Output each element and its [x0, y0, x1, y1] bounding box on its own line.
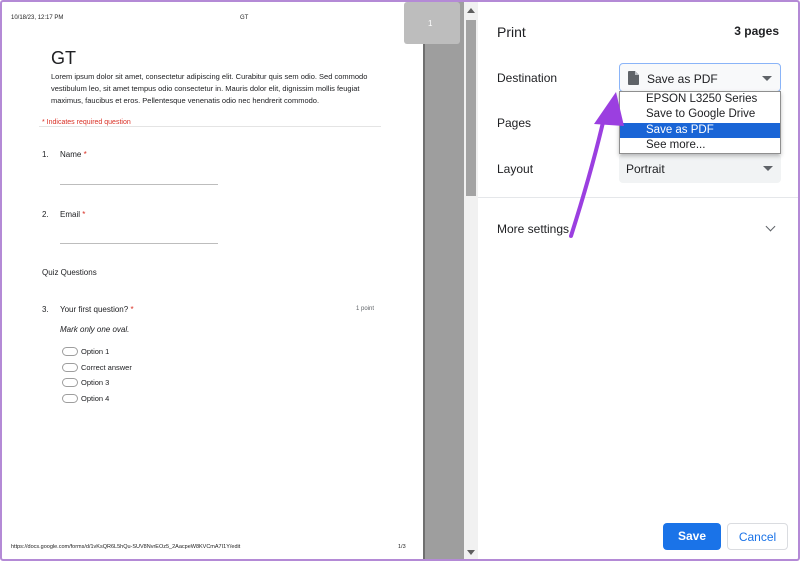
question-text: Name: [60, 150, 82, 159]
scroll-down-icon[interactable]: [467, 550, 475, 555]
page-edge: [423, 2, 425, 559]
question-number: 2.: [42, 210, 49, 219]
chevron-down-icon: [763, 166, 773, 171]
question-text: Email: [60, 210, 81, 219]
destination-select[interactable]: Save as PDF: [619, 63, 781, 92]
layout-select[interactable]: Portrait: [619, 154, 781, 183]
scrollbar-thumb[interactable]: [466, 20, 476, 196]
form-title: GT: [51, 48, 76, 68]
oval-icon: [62, 363, 78, 372]
form-description: Lorem ipsum dolor sit amet, consectetur …: [51, 72, 368, 105]
page-header-title: GT: [240, 15, 249, 21]
save-button[interactable]: Save: [663, 523, 721, 550]
print-preview-area[interactable]: 10/18/23, 12:17 PM GT GT Lorem ipsum dol…: [2, 2, 478, 559]
required-star: *: [130, 305, 134, 314]
option-label: Option 1: [81, 347, 110, 356]
answer-line: [60, 243, 218, 244]
destination-label: Destination: [497, 71, 558, 85]
pages-label: Pages: [497, 116, 532, 130]
question-label: Name *: [60, 150, 87, 159]
divider: [478, 197, 798, 198]
page-header-date: 10/18/23, 12:17 PM: [11, 15, 64, 21]
option-label: Correct answer: [81, 363, 132, 372]
preview-page: 10/18/23, 12:17 PM GT GT Lorem ipsum dol…: [2, 2, 423, 559]
scroll-up-icon[interactable]: [467, 8, 475, 13]
required-star: *: [82, 210, 86, 219]
page-thumbnail[interactable]: 1: [404, 2, 460, 44]
destination-option-see-more[interactable]: See more...: [620, 138, 780, 153]
question-label: Email *: [60, 210, 85, 219]
destination-option-epson[interactable]: EPSON L3250 Series: [620, 92, 780, 107]
preview-scrollbar[interactable]: [464, 2, 478, 559]
cancel-button[interactable]: Cancel: [727, 523, 788, 550]
destination-value: Save as PDF: [647, 72, 718, 86]
destination-dropdown: EPSON L3250 Series Save to Google Drive …: [619, 91, 781, 154]
section-title: Quiz Questions: [42, 268, 97, 277]
destination-option-google-drive[interactable]: Save to Google Drive: [620, 107, 780, 122]
chevron-down-icon[interactable]: [765, 221, 776, 232]
question-number: 1.: [42, 150, 49, 159]
question-label: Your first question? *: [60, 305, 134, 314]
panel-title: Print: [497, 24, 526, 40]
question-number: 3.: [42, 305, 49, 314]
oval-icon: [62, 347, 78, 356]
layout-value: Portrait: [626, 162, 665, 176]
oval-icon: [62, 378, 78, 387]
page-footer-url: https://docs.google.com/forms/d/1vKsQR6L…: [11, 544, 241, 550]
oval-icon: [62, 394, 78, 403]
document-icon: [628, 71, 639, 85]
destination-option-save-pdf[interactable]: Save as PDF: [620, 123, 780, 138]
points-label: 1 point: [356, 306, 375, 312]
page-count: 3 pages: [734, 24, 779, 38]
option-label: Option 4: [81, 394, 110, 403]
chevron-down-icon: [762, 76, 772, 81]
required-star: *: [83, 150, 87, 159]
answer-line: [60, 184, 218, 185]
question-text: Your first question?: [60, 305, 129, 314]
option-label: Option 3: [81, 378, 110, 387]
more-settings-label[interactable]: More settings: [497, 222, 569, 236]
page-footer-number: 1/3: [398, 544, 406, 550]
layout-label: Layout: [497, 162, 534, 176]
divider: [39, 126, 381, 127]
thumbnail-number: 1: [428, 19, 433, 28]
print-settings-panel: Print 3 pages Destination Save as PDF EP…: [478, 2, 798, 559]
required-note: * Indicates required question: [42, 119, 131, 126]
question-hint: Mark only one oval.: [60, 325, 130, 334]
